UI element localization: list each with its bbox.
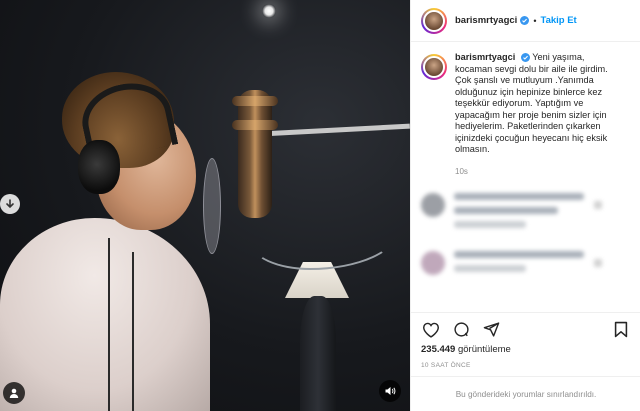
list-item bbox=[421, 251, 630, 279]
mic-ring bbox=[232, 120, 278, 130]
blurred-text bbox=[454, 193, 584, 200]
comments-list[interactable]: barismrtyagci Yeni yaşıma, kocaman sevgi… bbox=[411, 42, 640, 312]
headphone-earcup bbox=[78, 140, 120, 194]
ceiling-light bbox=[262, 4, 276, 18]
hoodie-string bbox=[108, 238, 110, 411]
separator-dot: • bbox=[533, 15, 537, 26]
avatar bbox=[421, 251, 445, 275]
arrow-down-circle-icon[interactable] bbox=[0, 194, 20, 214]
blurred-text bbox=[454, 265, 526, 272]
blurred-text bbox=[454, 221, 526, 228]
avatar[interactable] bbox=[421, 54, 447, 80]
caption-username[interactable]: barismrtyagci bbox=[455, 52, 515, 62]
comments-restricted-notice: Bu gönderideki yorumlar sınırlandırıldı. bbox=[411, 376, 640, 411]
user-tag-icon[interactable] bbox=[3, 382, 25, 404]
avatar bbox=[421, 193, 445, 217]
profile-username[interactable]: barismrtyagci bbox=[455, 15, 517, 26]
caption-timestamp: 10s bbox=[455, 166, 468, 176]
heart-icon[interactable] bbox=[421, 320, 441, 340]
post-header: barismrtyagci • Takip Et bbox=[411, 0, 640, 42]
avatar[interactable] bbox=[421, 7, 447, 34]
list-item bbox=[421, 193, 630, 235]
heart-icon bbox=[594, 259, 602, 267]
mic-ring bbox=[232, 96, 278, 106]
post-caption: barismrtyagci Yeni yaşıma, kocaman sevgi… bbox=[421, 52, 630, 177]
caption-text: Yeni yaşıma, kocaman sevgi dolu bir aile… bbox=[455, 52, 608, 154]
verified-badge-icon bbox=[520, 16, 530, 25]
view-count-number: 235.449 bbox=[421, 344, 456, 355]
blurred-text bbox=[454, 251, 584, 258]
send-icon[interactable] bbox=[481, 320, 501, 340]
post-timestamp[interactable]: 10 SAAT ÖNCE bbox=[421, 362, 471, 369]
post-sidebar: barismrtyagci • Takip Et barismrtyagci Y… bbox=[410, 0, 640, 411]
comment-icon[interactable] bbox=[451, 320, 471, 340]
post-media-video[interactable] bbox=[0, 0, 410, 411]
action-bar bbox=[411, 312, 640, 346]
pop-filter bbox=[203, 158, 221, 254]
studio-microphone bbox=[238, 90, 272, 218]
view-count[interactable]: 235.449 görüntüleme bbox=[421, 344, 511, 355]
view-count-label: görüntüleme bbox=[457, 344, 511, 355]
verified-badge-icon bbox=[520, 53, 530, 63]
hoodie-string bbox=[132, 252, 134, 411]
heart-icon bbox=[594, 201, 602, 209]
blurred-text bbox=[454, 207, 558, 214]
bookmark-icon[interactable] bbox=[611, 320, 631, 340]
lamp-stand bbox=[300, 296, 336, 411]
speaker-icon[interactable] bbox=[379, 380, 401, 402]
follow-button[interactable]: Takip Et bbox=[540, 15, 576, 26]
